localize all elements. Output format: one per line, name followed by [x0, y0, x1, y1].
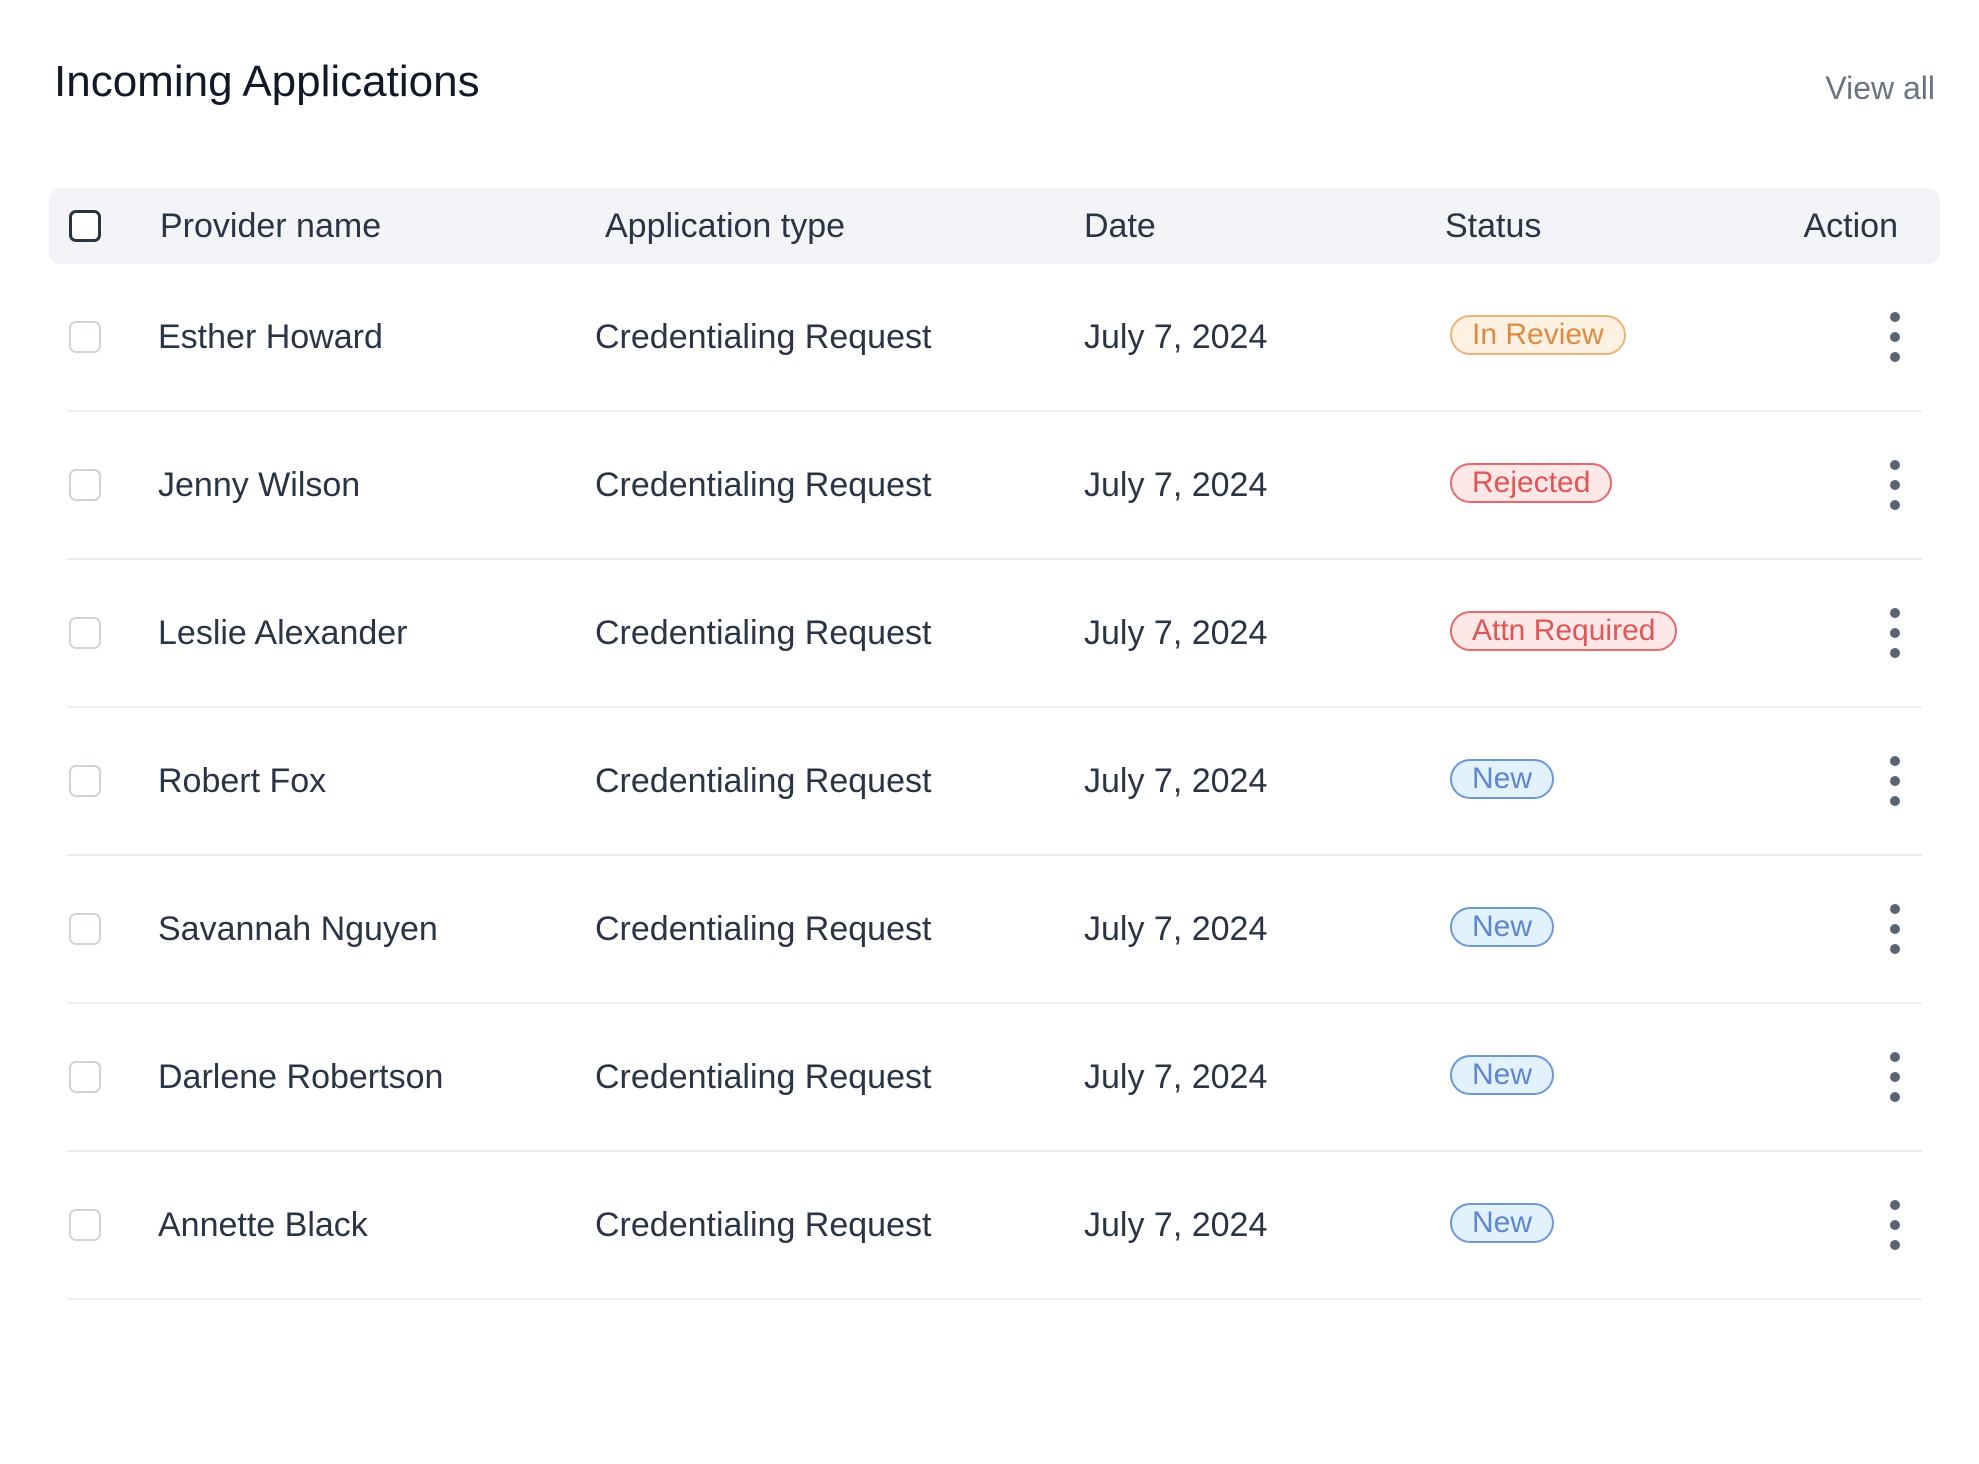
- row-checkbox[interactable]: [69, 1061, 101, 1093]
- more-vertical-icon[interactable]: [1880, 755, 1910, 807]
- more-vertical-icon[interactable]: [1880, 1051, 1910, 1103]
- application-type: Credentialing Request: [595, 762, 932, 800]
- status-badge: New: [1450, 1055, 1555, 1095]
- application-date: July 7, 2024: [1084, 466, 1268, 504]
- table-body: Esther Howard Credentialing Request July…: [49, 264, 1940, 1300]
- application-date: July 7, 2024: [1084, 910, 1268, 948]
- application-type: Credentialing Request: [595, 318, 932, 356]
- provider-name[interactable]: Robert Fox: [158, 708, 326, 854]
- incoming-applications-card: Incoming Applications View all Provider …: [0, 0, 1979, 1464]
- application-date: July 7, 2024: [1084, 1206, 1268, 1244]
- status-badge: New: [1450, 1203, 1555, 1243]
- column-header-date[interactable]: Date: [1084, 188, 1156, 264]
- select-all-checkbox[interactable]: [69, 210, 101, 242]
- application-date: July 7, 2024: [1084, 1058, 1268, 1096]
- more-vertical-icon[interactable]: [1880, 903, 1910, 955]
- applications-table: Provider name Application type Date Stat…: [49, 188, 1940, 1300]
- table-row[interactable]: Savannah Nguyen Credentialing Request Ju…: [67, 856, 1922, 1004]
- status-badge: In Review: [1450, 315, 1626, 355]
- row-checkbox[interactable]: [69, 617, 101, 649]
- application-type: Credentialing Request: [595, 466, 932, 504]
- table-row[interactable]: Esther Howard Credentialing Request July…: [67, 264, 1922, 412]
- application-date: July 7, 2024: [1084, 614, 1268, 652]
- table-row[interactable]: Leslie Alexander Credentialing Request J…: [67, 560, 1922, 708]
- provider-name[interactable]: Esther Howard: [158, 264, 383, 410]
- row-checkbox[interactable]: [69, 913, 101, 945]
- more-vertical-icon[interactable]: [1880, 1199, 1910, 1251]
- status-badge: New: [1450, 907, 1555, 947]
- page-title: Incoming Applications: [54, 57, 480, 106]
- provider-name[interactable]: Jenny Wilson: [158, 412, 360, 558]
- table-row[interactable]: Annette Black Credentialing Request July…: [67, 1152, 1922, 1300]
- more-vertical-icon[interactable]: [1880, 311, 1910, 363]
- view-all-link[interactable]: View all: [1825, 68, 1935, 108]
- provider-name[interactable]: Darlene Robertson: [158, 1004, 443, 1150]
- application-date: July 7, 2024: [1084, 762, 1268, 800]
- more-vertical-icon[interactable]: [1880, 607, 1910, 659]
- row-checkbox[interactable]: [69, 469, 101, 501]
- column-header-provider-name[interactable]: Provider name: [160, 188, 381, 264]
- column-header-status[interactable]: Status: [1445, 188, 1541, 264]
- table-header: Provider name Application type Date Stat…: [49, 188, 1940, 264]
- application-date: July 7, 2024: [1084, 318, 1268, 356]
- column-header-action: Action: [1803, 207, 1899, 245]
- more-vertical-icon[interactable]: [1880, 459, 1910, 511]
- application-type: Credentialing Request: [595, 1058, 932, 1096]
- row-checkbox[interactable]: [69, 765, 101, 797]
- application-type: Credentialing Request: [595, 614, 932, 652]
- table-row[interactable]: Jenny Wilson Credentialing Request July …: [67, 412, 1922, 560]
- provider-name[interactable]: Savannah Nguyen: [158, 856, 438, 1002]
- status-badge: New: [1450, 759, 1555, 799]
- row-checkbox[interactable]: [69, 1209, 101, 1241]
- column-header-application-type[interactable]: Application type: [605, 188, 845, 264]
- status-badge: Rejected: [1450, 463, 1613, 503]
- application-type: Credentialing Request: [595, 1206, 932, 1244]
- provider-name[interactable]: Leslie Alexander: [158, 560, 408, 706]
- table-row[interactable]: Robert Fox Credentialing Request July 7,…: [67, 708, 1922, 856]
- provider-name[interactable]: Annette Black: [158, 1152, 368, 1298]
- status-badge: Attn Required: [1450, 611, 1678, 651]
- row-checkbox[interactable]: [69, 321, 101, 353]
- table-row[interactable]: Darlene Robertson Credentialing Request …: [67, 1004, 1922, 1152]
- application-type: Credentialing Request: [595, 910, 932, 948]
